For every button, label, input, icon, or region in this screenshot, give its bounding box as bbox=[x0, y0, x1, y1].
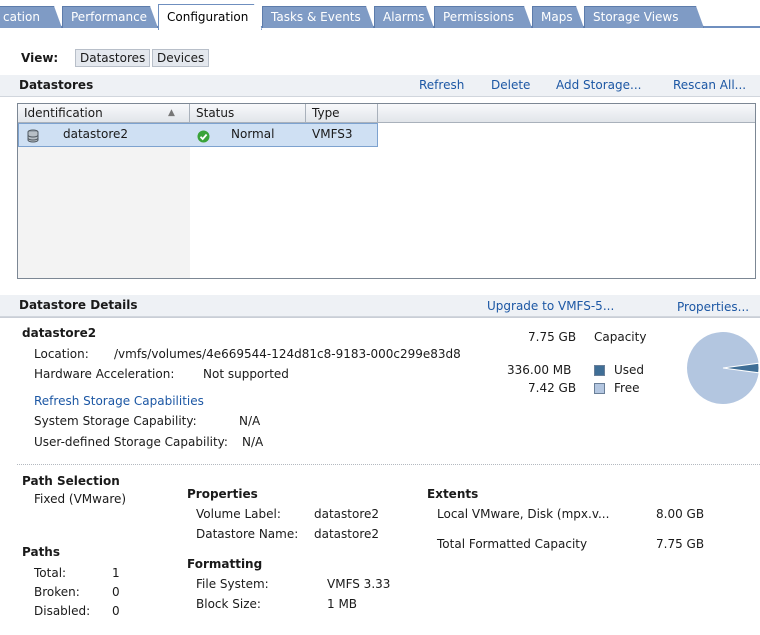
free-value: 7.42 GB bbox=[528, 381, 577, 395]
column-header-status[interactable]: Status bbox=[190, 104, 306, 123]
type-cell: VMFS3 bbox=[312, 127, 353, 141]
details-separator bbox=[17, 464, 760, 465]
paths-broken-label: Broken: bbox=[34, 585, 80, 599]
paths-disabled-value: 0 bbox=[112, 604, 120, 618]
user-capability-label: User-defined Storage Capability: bbox=[34, 435, 228, 449]
path-selection-value: Fixed (VMware) bbox=[34, 492, 127, 506]
file-system-label: File System: bbox=[196, 577, 269, 591]
paths-disabled-label: Disabled: bbox=[34, 604, 91, 618]
used-legend-swatch bbox=[594, 365, 605, 376]
datastore-icon bbox=[27, 129, 39, 143]
details-title: Datastore Details bbox=[19, 298, 138, 312]
tab-strip: cation Performance Configuration Tasks &… bbox=[0, 0, 760, 28]
column-header-filler bbox=[378, 104, 755, 123]
paths-total-label: Total: bbox=[34, 566, 67, 580]
paths-title: Paths bbox=[22, 545, 60, 559]
add-storage-link[interactable]: Add Storage... bbox=[556, 78, 641, 92]
tab-maps[interactable]: Maps bbox=[532, 6, 584, 28]
location-label: Location: bbox=[34, 347, 89, 361]
status-ok-icon bbox=[197, 130, 210, 143]
extents-title: Extents bbox=[427, 487, 479, 501]
extent-disk-label: Local VMware, Disk (mpx.v... bbox=[437, 507, 610, 521]
datastores-table: Identification ▲ Status Type datastore2 … bbox=[17, 103, 756, 279]
view-datastores-button[interactable]: Datastores bbox=[75, 49, 151, 67]
tab-alarms[interactable]: Alarms bbox=[374, 6, 434, 28]
file-system-value: VMFS 3.33 bbox=[327, 577, 391, 591]
view-label: View: bbox=[21, 51, 59, 65]
free-legend-swatch bbox=[594, 383, 605, 394]
extent-disk-size: 8.00 GB bbox=[656, 507, 705, 521]
table-row[interactable]: datastore2 Normal VMFS3 bbox=[18, 123, 378, 147]
status-cell: Normal bbox=[231, 127, 275, 141]
formatting-title: Formatting bbox=[187, 557, 263, 571]
hw-accel-value: Not supported bbox=[203, 367, 289, 381]
hw-accel-label: Hardware Acceleration: bbox=[34, 367, 175, 381]
tab-performance[interactable]: Performance bbox=[62, 6, 158, 28]
free-label: Free bbox=[614, 381, 640, 395]
path-selection-title: Path Selection bbox=[22, 474, 120, 488]
tab-tasks-events[interactable]: Tasks & Events bbox=[262, 6, 374, 28]
sort-ascending-icon: ▲ bbox=[168, 108, 175, 118]
refresh-capabilities-link[interactable]: Refresh Storage Capabilities bbox=[34, 394, 204, 408]
total-formatted-size: 7.75 GB bbox=[656, 537, 705, 551]
capacity-label: Capacity bbox=[594, 330, 647, 344]
properties-title: Properties bbox=[187, 487, 258, 501]
tab-permissions[interactable]: Permissions bbox=[434, 6, 532, 28]
datastore-name-cell: datastore2 bbox=[63, 127, 129, 141]
column-header-type[interactable]: Type bbox=[306, 104, 378, 123]
datastore-name: datastore2 bbox=[22, 326, 97, 340]
details-divider bbox=[0, 317, 760, 318]
location-value: /vmfs/volumes/4e669544-124d81c8-9183-000… bbox=[114, 347, 461, 361]
datastores-header bbox=[0, 75, 760, 97]
paths-broken-value: 0 bbox=[112, 585, 120, 599]
datastore-name-value: datastore2 bbox=[314, 527, 380, 541]
volume-label-label: Volume Label: bbox=[196, 507, 281, 521]
tab-summary[interactable]: cation bbox=[0, 6, 62, 28]
paths-total-value: 1 bbox=[112, 566, 120, 580]
refresh-link[interactable]: Refresh bbox=[419, 78, 464, 92]
datastore-name-label: Datastore Name: bbox=[196, 527, 299, 541]
rescan-all-link[interactable]: Rescan All... bbox=[673, 78, 746, 92]
datastores-title: Datastores bbox=[19, 78, 94, 92]
system-capability-value: N/A bbox=[239, 414, 261, 428]
used-value: 336.00 MB bbox=[507, 363, 572, 377]
volume-label-value: datastore2 bbox=[314, 507, 380, 521]
upgrade-vmfs-link[interactable]: Upgrade to VMFS-5... bbox=[487, 299, 614, 313]
tab-storage-views[interactable]: Storage Views bbox=[584, 6, 704, 28]
used-label: Used bbox=[614, 363, 645, 377]
capacity-value: 7.75 GB bbox=[528, 330, 577, 344]
system-capability-label: System Storage Capability: bbox=[34, 414, 197, 428]
column-header-identification[interactable]: Identification ▲ bbox=[18, 104, 190, 123]
block-size-label: Block Size: bbox=[196, 597, 261, 611]
total-formatted-label: Total Formatted Capacity bbox=[437, 537, 588, 551]
block-size-value: 1 MB bbox=[327, 597, 358, 611]
delete-link[interactable]: Delete bbox=[491, 78, 530, 92]
properties-link[interactable]: Properties... bbox=[677, 300, 749, 314]
user-capability-value: N/A bbox=[242, 435, 264, 449]
capacity-pie-chart bbox=[687, 332, 760, 404]
tab-configuration[interactable]: Configuration bbox=[158, 4, 262, 30]
view-devices-button[interactable]: Devices bbox=[152, 49, 210, 67]
